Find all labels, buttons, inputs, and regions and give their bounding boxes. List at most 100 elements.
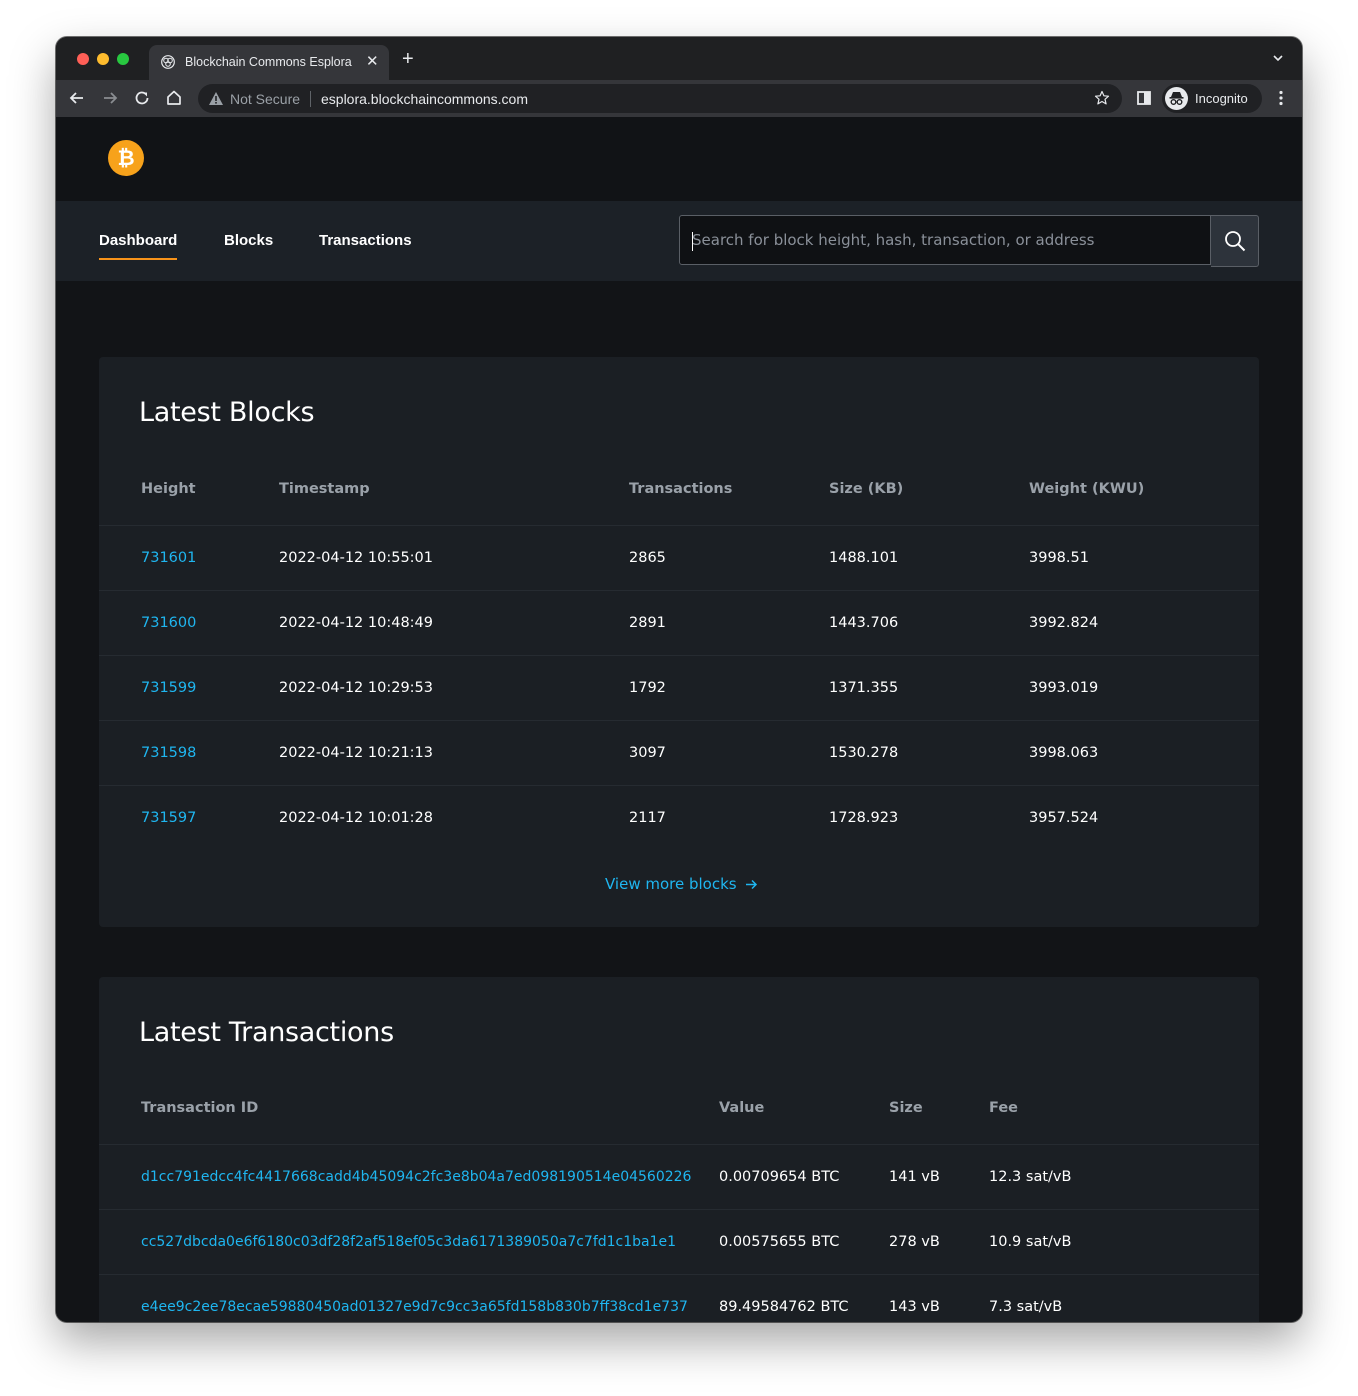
block-weight: 3993.019 <box>1029 680 1099 696</box>
search-field[interactable] <box>679 215 1211 265</box>
search-icon <box>1225 231 1246 252</box>
address-bar[interactable]: Not Secure esplora.blockchaincommons.com <box>198 84 1122 113</box>
transaction-value: 0.00575655 BTC <box>719 1234 840 1250</box>
block-size: 1443.706 <box>829 615 899 631</box>
column-header: Transaction ID <box>141 1100 259 1116</box>
incognito-icon <box>1165 87 1188 110</box>
latest-transactions-title: Latest Transactions <box>139 1017 394 1048</box>
transaction-id-link[interactable]: e4ee9c2ee78ecae59880450ad01327e9d7c9cc3a… <box>141 1299 688 1315</box>
transaction-id-link[interactable]: cc527dbcda0e6f6180c03df28f2af518ef05c3da… <box>141 1234 676 1250</box>
table-row[interactable]: 731601 2022-04-12 10:55:01 2865 1488.101… <box>99 526 1259 591</box>
not-secure-label: Not Secure <box>230 91 301 107</box>
table-row[interactable]: d1cc791edcc4fc4417668cadd4b45094c2fc3e8b… <box>99 1145 1259 1210</box>
column-header: Timestamp <box>279 481 370 497</box>
block-tx-count: 2891 <box>629 615 666 631</box>
browser-window: Blockchain Commons Esplora ✕ + Not Secur… <box>56 37 1302 1322</box>
search-input[interactable] <box>680 216 1210 264</box>
warning-icon[interactable] <box>208 91 224 106</box>
latest-transactions-card: Latest Transactions Transaction ID Value… <box>99 977 1259 1322</box>
browser-tab[interactable]: Blockchain Commons Esplora ✕ <box>149 45 389 80</box>
block-size: 1488.101 <box>829 550 899 566</box>
table-row[interactable]: 731597 2022-04-12 10:01:28 2117 1728.923… <box>99 786 1259 850</box>
more-options-icon[interactable] <box>1271 88 1291 108</box>
block-size: 1728.923 <box>829 810 899 826</box>
transactions-table: Transaction ID Value Size Fee d1cc791edc… <box>99 1072 1259 1322</box>
block-timestamp: 2022-04-12 10:29:53 <box>279 680 433 696</box>
table-row[interactable]: 731600 2022-04-12 10:48:49 2891 1443.706… <box>99 591 1259 656</box>
column-header: Fee <box>989 1100 1018 1116</box>
view-more-blocks-link[interactable]: View more blocks <box>605 875 758 893</box>
address-divider <box>310 91 311 107</box>
site-header: ₿ <box>56 117 1302 201</box>
transaction-fee: 12.3 sat/vB <box>989 1169 1072 1185</box>
back-arrow-icon[interactable] <box>67 88 87 108</box>
main-nav: Dashboard Blocks Transactions <box>56 201 1302 281</box>
transaction-size: 278 vB <box>889 1234 940 1250</box>
bitcoin-logo[interactable]: ₿ <box>108 140 144 176</box>
incognito-label: Incognito <box>1195 91 1248 106</box>
url-text[interactable]: esplora.blockchaincommons.com <box>321 91 528 107</box>
reload-icon[interactable] <box>132 88 152 108</box>
tab-title: Blockchain Commons Esplora <box>185 55 352 69</box>
transaction-value: 0.00709654 BTC <box>719 1169 840 1185</box>
block-timestamp: 2022-04-12 10:01:28 <box>279 810 433 826</box>
block-tx-count: 2865 <box>629 550 666 566</box>
block-size: 1530.278 <box>829 745 899 761</box>
latest-blocks-title: Latest Blocks <box>139 397 315 428</box>
close-window-button[interactable] <box>77 53 89 65</box>
transaction-fee: 10.9 sat/vB <box>989 1234 1072 1250</box>
block-height-link[interactable]: 731599 <box>141 680 196 696</box>
table-row[interactable]: 731599 2022-04-12 10:29:53 1792 1371.355… <box>99 656 1259 721</box>
block-weight: 3998.51 <box>1029 550 1089 566</box>
chevron-down-icon[interactable] <box>1271 51 1285 65</box>
transaction-size: 141 vB <box>889 1169 940 1185</box>
close-tab-icon[interactable]: ✕ <box>366 52 379 70</box>
block-weight: 3957.524 <box>1029 810 1099 826</box>
home-icon[interactable] <box>164 88 184 108</box>
minimize-window-button[interactable] <box>97 53 109 65</box>
column-header: Weight (KWU) <box>1029 481 1145 497</box>
new-tab-button[interactable]: + <box>402 49 414 69</box>
block-tx-count: 1792 <box>629 680 666 696</box>
column-header: Value <box>719 1100 765 1116</box>
transactions-table-header: Transaction ID Value Size Fee <box>99 1072 1259 1145</box>
search-button[interactable] <box>1211 215 1259 267</box>
incognito-badge[interactable]: Incognito <box>1162 84 1262 113</box>
column-header: Size (KB) <box>829 481 904 497</box>
browser-toolbar: Not Secure esplora.blockchaincommons.com… <box>56 80 1302 117</box>
block-tx-count: 2117 <box>629 810 666 826</box>
page-content: ₿ Dashboard Blocks Transactions Latest B… <box>56 117 1302 1322</box>
latest-blocks-card: Latest Blocks Height Timestamp Transacti… <box>99 357 1259 927</box>
block-height-link[interactable]: 731600 <box>141 615 196 631</box>
nav-blocks[interactable]: Blocks <box>224 232 273 249</box>
block-weight: 3992.824 <box>1029 615 1099 631</box>
block-tx-count: 3097 <box>629 745 666 761</box>
nav-dashboard[interactable]: Dashboard <box>99 232 178 260</box>
forward-arrow-icon[interactable] <box>100 88 120 108</box>
view-more-blocks-label: View more blocks <box>605 875 737 893</box>
block-height-link[interactable]: 731598 <box>141 745 196 761</box>
table-row[interactable]: e4ee9c2ee78ecae59880450ad01327e9d7c9cc3a… <box>99 1275 1259 1322</box>
transaction-value: 89.49584762 BTC <box>719 1299 849 1315</box>
table-row[interactable]: cc527dbcda0e6f6180c03df28f2af518ef05c3da… <box>99 1210 1259 1275</box>
nav-transactions[interactable]: Transactions <box>319 232 412 249</box>
column-header: Size <box>889 1100 923 1116</box>
block-size: 1371.355 <box>829 680 899 696</box>
favicon-icon <box>161 55 175 69</box>
transaction-id-link[interactable]: d1cc791edcc4fc4417668cadd4b45094c2fc3e8b… <box>141 1169 691 1185</box>
block-weight: 3998.063 <box>1029 745 1099 761</box>
table-row[interactable]: 731598 2022-04-12 10:21:13 3097 1530.278… <box>99 721 1259 786</box>
blocks-table-header: Height Timestamp Transactions Size (KB) … <box>99 453 1259 526</box>
transaction-size: 143 vB <box>889 1299 940 1315</box>
block-height-link[interactable]: 731597 <box>141 810 196 826</box>
maximize-window-button[interactable] <box>117 53 129 65</box>
bookmark-star-icon[interactable] <box>1094 90 1110 106</box>
arrow-right-icon <box>745 879 757 890</box>
column-header: Height <box>141 481 196 497</box>
transaction-fee: 7.3 sat/vB <box>989 1299 1063 1315</box>
block-height-link[interactable]: 731601 <box>141 550 196 566</box>
side-panel-icon[interactable] <box>1134 88 1154 108</box>
block-timestamp: 2022-04-12 10:48:49 <box>279 615 433 631</box>
blocks-table: Height Timestamp Transactions Size (KB) … <box>99 453 1259 850</box>
column-header: Transactions <box>629 481 733 497</box>
